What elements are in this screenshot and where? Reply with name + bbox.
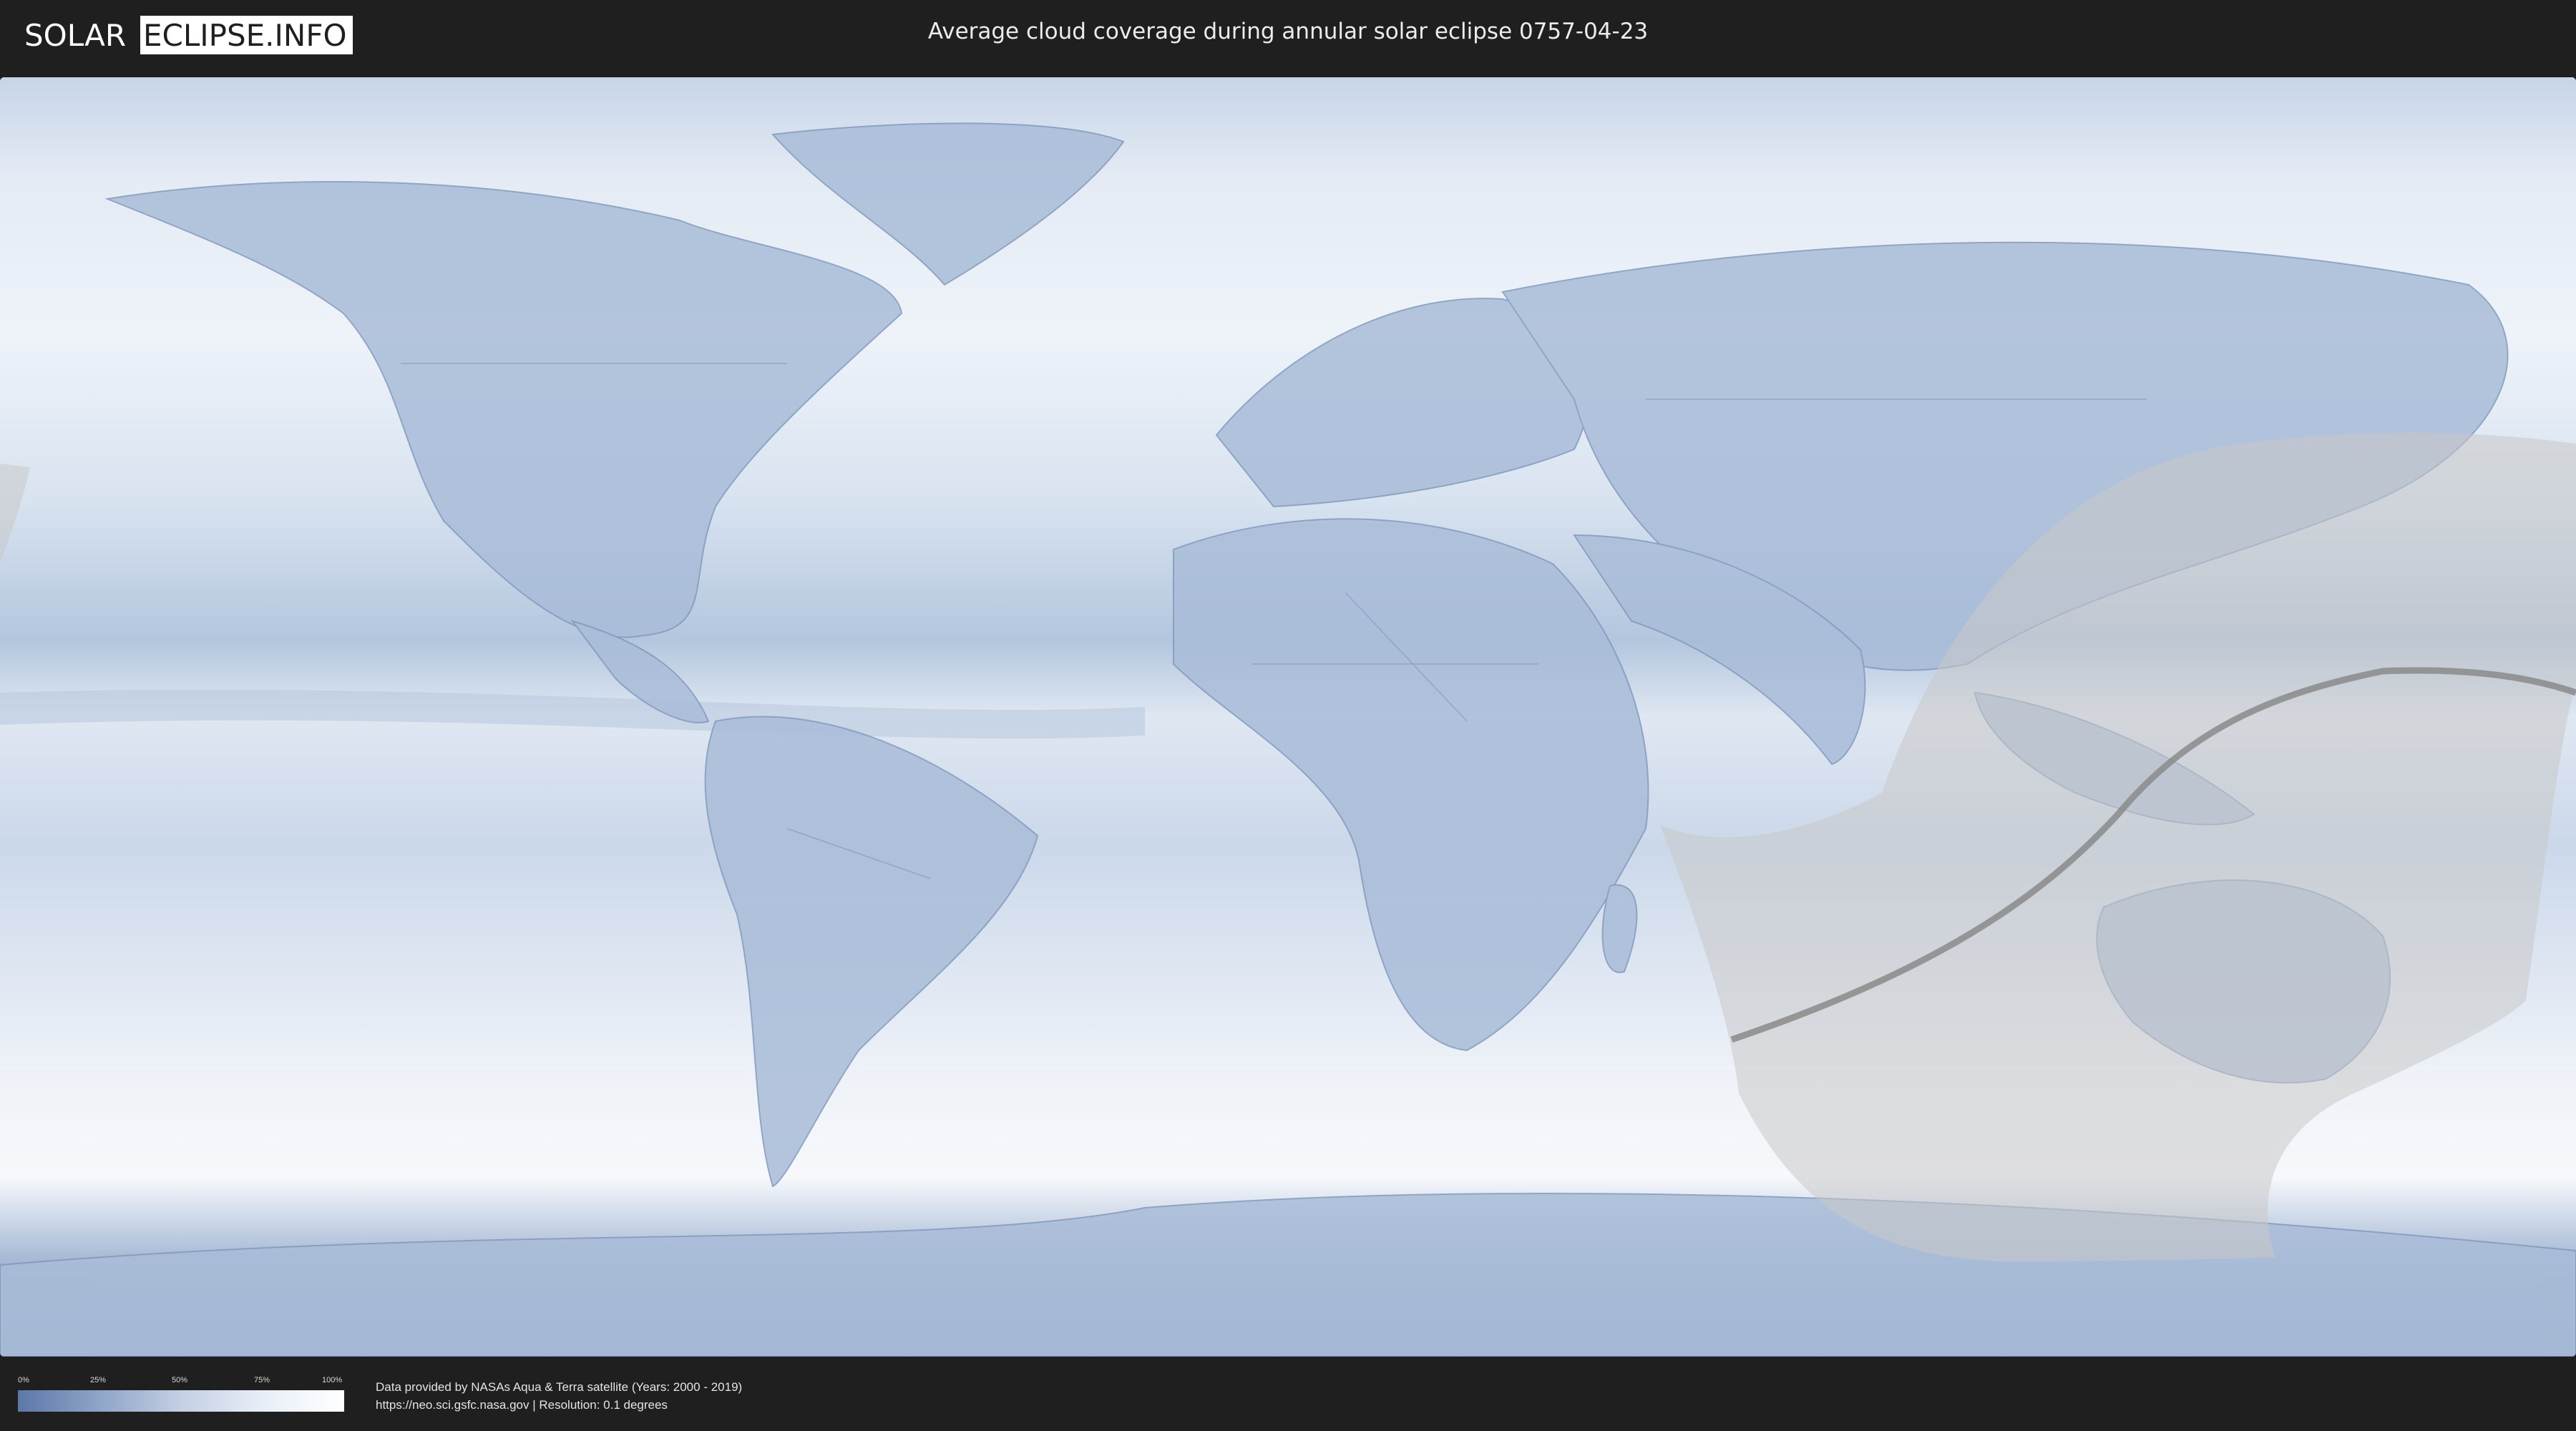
legend-color-bar <box>18 1390 344 1412</box>
credit-line-2: https://neo.sci.gsfc.nasa.gov | Resoluti… <box>376 1398 668 1412</box>
page-title: Average cloud coverage during annular so… <box>927 19 1649 44</box>
legend-tick-25: 25% <box>90 1376 107 1384</box>
top-bar: SOLAR ECLIPSE.INFO Average cloud coverag… <box>0 0 2576 73</box>
legend-tick-100: 100% <box>322 1376 343 1384</box>
cloud-coverage-map[interactable] <box>0 77 2576 1357</box>
legend-tick-0: 0% <box>18 1376 29 1384</box>
legend-tick-50: 50% <box>172 1376 188 1384</box>
legend-ticks: 0% 25% 50% 75% 100% <box>18 1376 344 1387</box>
credit-line-1: Data provided by NASAs Aqua & Terra sate… <box>376 1380 743 1394</box>
data-credits: Data provided by NASAs Aqua & Terra sate… <box>376 1378 742 1414</box>
map-svg <box>0 77 2576 1357</box>
legend-tick-75: 75% <box>254 1376 270 1384</box>
cloud-coverage-legend: 0% 25% 50% 75% 100% <box>18 1376 344 1412</box>
